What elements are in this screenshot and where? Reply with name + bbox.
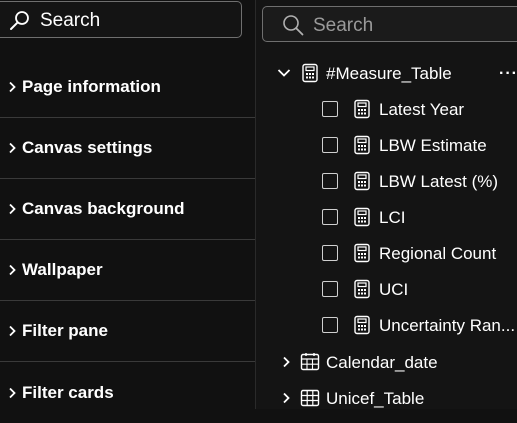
table-row-unicef-table[interactable]: Unicef_Table xyxy=(256,381,517,409)
chevron-right-icon xyxy=(4,385,20,401)
field-name: Latest Year xyxy=(379,100,465,119)
calculator-measure-icon xyxy=(352,207,372,227)
format-search-placeholder: Search xyxy=(40,10,101,31)
chevron-right-icon[interactable] xyxy=(278,354,294,370)
chevron-right-icon[interactable] xyxy=(278,390,294,406)
search-icon xyxy=(9,10,31,37)
calculator-measure-icon xyxy=(352,99,372,119)
table-icon xyxy=(300,388,320,408)
chevron-right-icon xyxy=(4,323,20,339)
chevron-right-icon xyxy=(4,79,20,95)
calculator-measure-icon xyxy=(352,243,372,263)
table-name: Calendar_date xyxy=(326,353,438,372)
calculator-measure-icon xyxy=(352,315,372,335)
format-sections: Page information Canvas settings Canvas … xyxy=(0,57,255,423)
data-search-box[interactable]: Search xyxy=(262,6,517,42)
field-name: LBW Latest (%) xyxy=(379,172,499,191)
section-label: Page information xyxy=(22,77,161,96)
field-name: Uncertainty Ran... xyxy=(379,316,516,335)
section-canvas-settings[interactable]: Canvas settings xyxy=(0,118,255,179)
table-name: Unicef_Table xyxy=(326,389,425,408)
section-wallpaper[interactable]: Wallpaper xyxy=(0,240,255,301)
calculator-table-icon xyxy=(300,63,320,83)
section-label: Filter cards xyxy=(22,382,114,402)
field-name: LCI xyxy=(379,208,406,227)
table-row-measure-table[interactable]: #Measure_Table ··· xyxy=(256,56,517,90)
section-filter-pane[interactable]: Filter pane xyxy=(0,301,255,362)
section-label: Filter pane xyxy=(22,321,108,340)
data-search-placeholder: Search xyxy=(313,15,374,36)
field-row[interactable]: LBW Latest (%) xyxy=(256,164,517,198)
section-canvas-background[interactable]: Canvas background xyxy=(0,179,255,240)
field-name: LBW Estimate xyxy=(379,136,487,155)
more-options-icon[interactable]: ··· xyxy=(499,65,517,83)
search-icon xyxy=(281,13,305,42)
field-row[interactable]: LBW Estimate xyxy=(256,128,517,162)
chevron-right-icon xyxy=(4,262,20,278)
field-checkbox[interactable] xyxy=(322,245,338,261)
table-row-calendar-date[interactable]: Calendar_date xyxy=(256,345,517,379)
chevron-right-icon xyxy=(4,140,20,156)
chevron-down-icon[interactable] xyxy=(276,65,292,81)
format-search-box[interactable]: Search xyxy=(0,1,242,38)
field-checkbox[interactable] xyxy=(322,281,338,297)
field-row[interactable]: Regional Count xyxy=(256,236,517,270)
calculator-measure-icon xyxy=(352,279,372,299)
field-checkbox[interactable] xyxy=(322,317,338,333)
field-checkbox[interactable] xyxy=(322,101,338,117)
field-row[interactable]: LCI xyxy=(256,200,517,234)
section-page-information[interactable]: Page information xyxy=(0,57,255,118)
field-row[interactable]: Uncertainty Ran... xyxy=(256,308,517,342)
section-label: Wallpaper xyxy=(22,260,103,279)
chevron-right-icon xyxy=(4,201,20,217)
section-label: Canvas settings xyxy=(22,138,153,157)
section-label: Canvas background xyxy=(22,199,185,218)
field-checkbox[interactable] xyxy=(322,173,338,189)
format-pane: Search Page information Canvas settings … xyxy=(0,0,255,409)
field-row[interactable]: Latest Year xyxy=(256,92,517,126)
field-name: Regional Count xyxy=(379,244,497,263)
calculator-measure-icon xyxy=(352,135,372,155)
field-row[interactable]: UCI xyxy=(256,272,517,306)
section-filter-cards[interactable]: Filter cards xyxy=(0,362,255,423)
data-pane: Search #Measure_Table ··· Latest Year LB… xyxy=(256,0,517,409)
calculator-measure-icon xyxy=(352,171,372,191)
calendar-table-icon xyxy=(300,352,320,372)
field-checkbox[interactable] xyxy=(322,137,338,153)
field-name: UCI xyxy=(379,280,409,299)
field-checkbox[interactable] xyxy=(322,209,338,225)
table-name: #Measure_Table xyxy=(326,64,452,83)
